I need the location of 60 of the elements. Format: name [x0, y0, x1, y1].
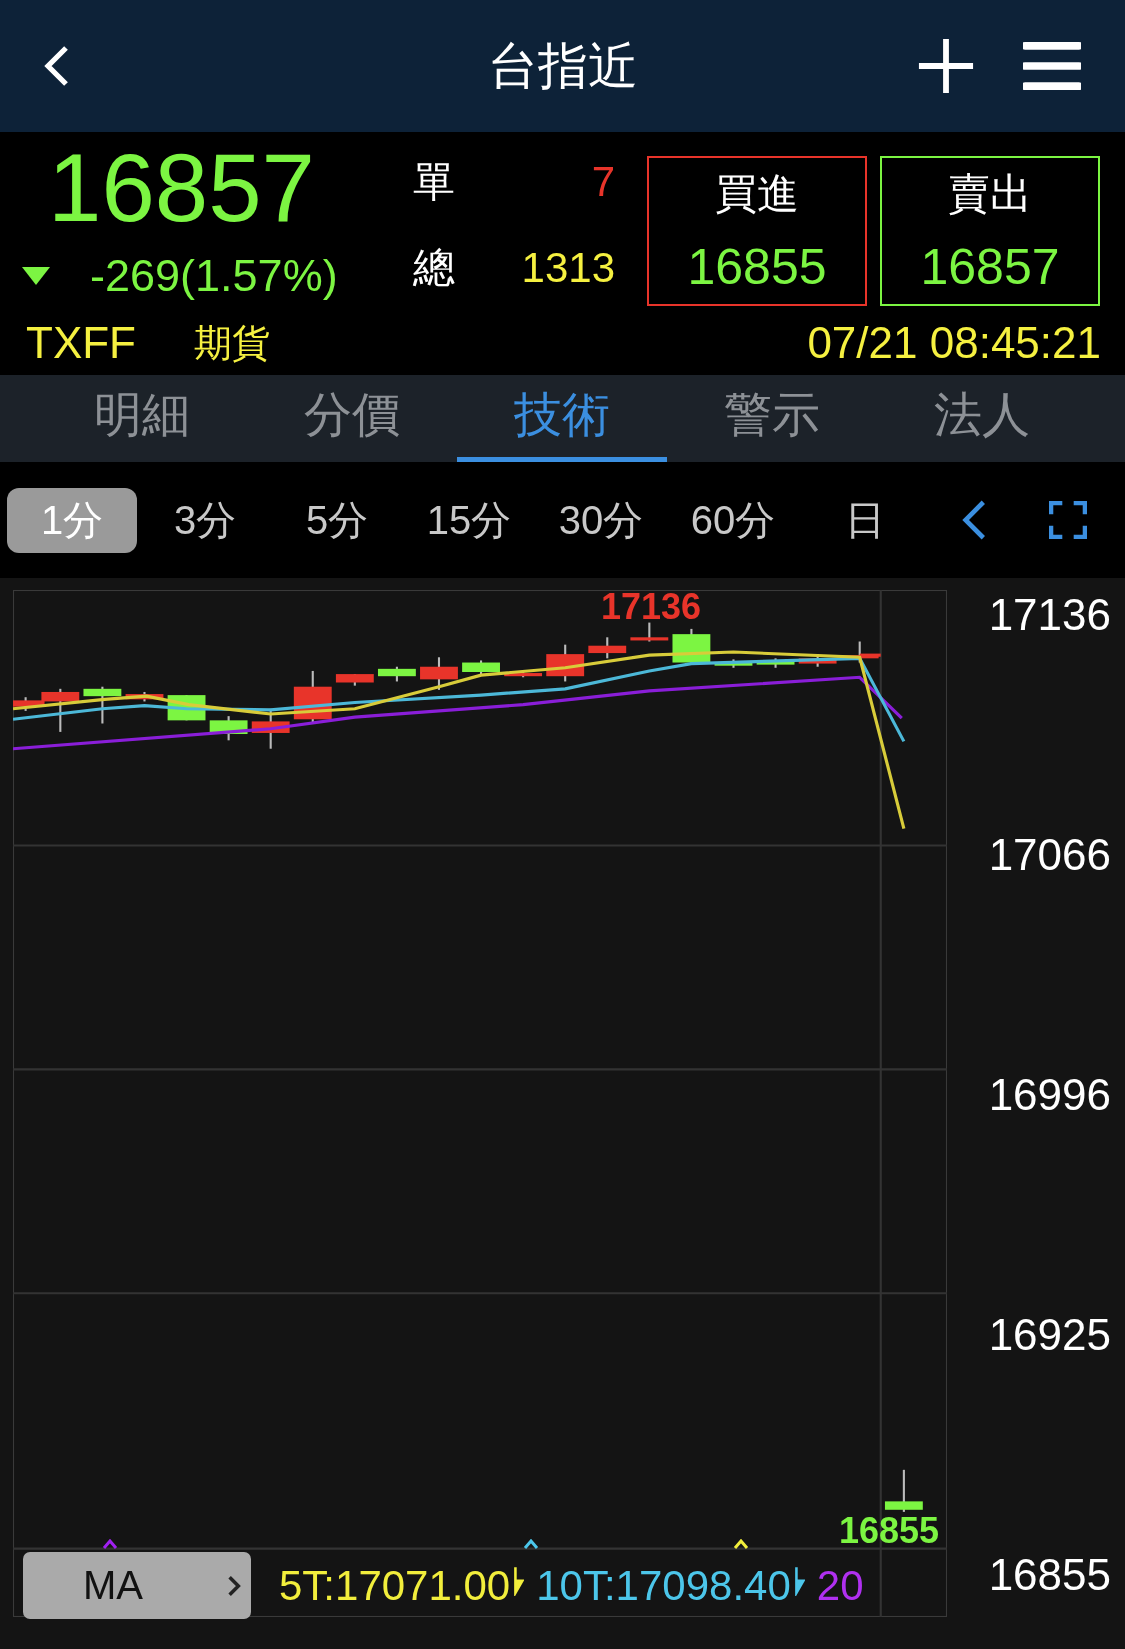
menu-icon[interactable] — [1023, 41, 1081, 91]
timestamp: 07/21 08:45:21 — [807, 318, 1101, 368]
market-type: 期貨 — [194, 320, 270, 366]
chevron-right-icon — [227, 1573, 241, 1598]
candlestick — [83, 686, 122, 724]
order-button[interactable]: 賣出 16857 — [880, 156, 1100, 306]
interval-tab[interactable]: 60分 — [667, 487, 799, 553]
order-button[interactable]: 買進 16855 — [647, 156, 867, 306]
caret-up-icon — [523, 1539, 539, 1549]
last-price: 16857 — [48, 140, 316, 236]
candlestick — [378, 666, 416, 682]
interval-tab[interactable]: 日 — [799, 487, 931, 553]
page-title: 台指近 — [486, 36, 639, 96]
interval-tab[interactable]: 5分 — [271, 487, 403, 553]
candlestick — [714, 659, 753, 668]
candlestick — [630, 622, 669, 642]
tab[interactable]: 分價 — [247, 375, 457, 462]
price-line — [859, 653, 881, 657]
price-change: -269(1.57%) — [90, 250, 338, 302]
candlestick — [420, 657, 458, 690]
caret-up-icon — [733, 1539, 749, 1549]
single-volume: 7 — [591, 158, 615, 206]
price-axis-label: 17066 — [988, 830, 1111, 880]
candlestick — [884, 1469, 923, 1512]
high-price-label: 17136 — [601, 586, 702, 628]
candlestick — [504, 670, 543, 678]
candlestick — [546, 644, 585, 682]
tab[interactable]: 技術 — [457, 375, 667, 462]
low-price-label: 16855 — [839, 1510, 940, 1552]
price-axis-label: 17136 — [988, 590, 1111, 640]
fullscreen-icon[interactable] — [1049, 501, 1087, 539]
down-triangle-icon — [22, 267, 50, 285]
candlestick — [335, 674, 374, 686]
candlestick — [125, 691, 164, 702]
price-axis-label: 16925 — [988, 1310, 1111, 1360]
price-axis-label: 16855 — [988, 1550, 1111, 1600]
add-icon[interactable] — [917, 37, 975, 95]
price-axis-label: 16996 — [988, 1070, 1111, 1120]
caret-up-icon — [102, 1539, 118, 1549]
indicator-button[interactable]: MA — [23, 1552, 251, 1619]
interval-tab[interactable]: 3分 — [139, 487, 271, 553]
tab[interactable]: 警示 — [667, 375, 877, 462]
moving-average-value: 10T:17098.40 — [536, 1561, 791, 1610]
candlestick — [462, 660, 500, 675]
moving-average-value: 5T:17071.00 — [279, 1561, 511, 1610]
candlestick — [251, 708, 290, 749]
total-volume-label: 總 — [413, 243, 455, 293]
candlestick — [588, 637, 627, 659]
symbol-code: TXFF — [26, 318, 136, 368]
moving-average-value: 20 — [816, 1561, 864, 1610]
tab[interactable]: 明細 — [37, 375, 247, 462]
candlestick — [756, 658, 795, 668]
tab[interactable]: 法人 — [877, 375, 1087, 462]
interval-tab[interactable]: 15分 — [403, 487, 535, 553]
interval-tab[interactable]: 30分 — [535, 487, 667, 553]
candlestick — [798, 656, 837, 667]
total-volume: 1313 — [521, 244, 615, 292]
single-volume-label: 單 — [413, 157, 455, 207]
candlestick — [209, 716, 248, 741]
candlestick — [293, 670, 332, 724]
